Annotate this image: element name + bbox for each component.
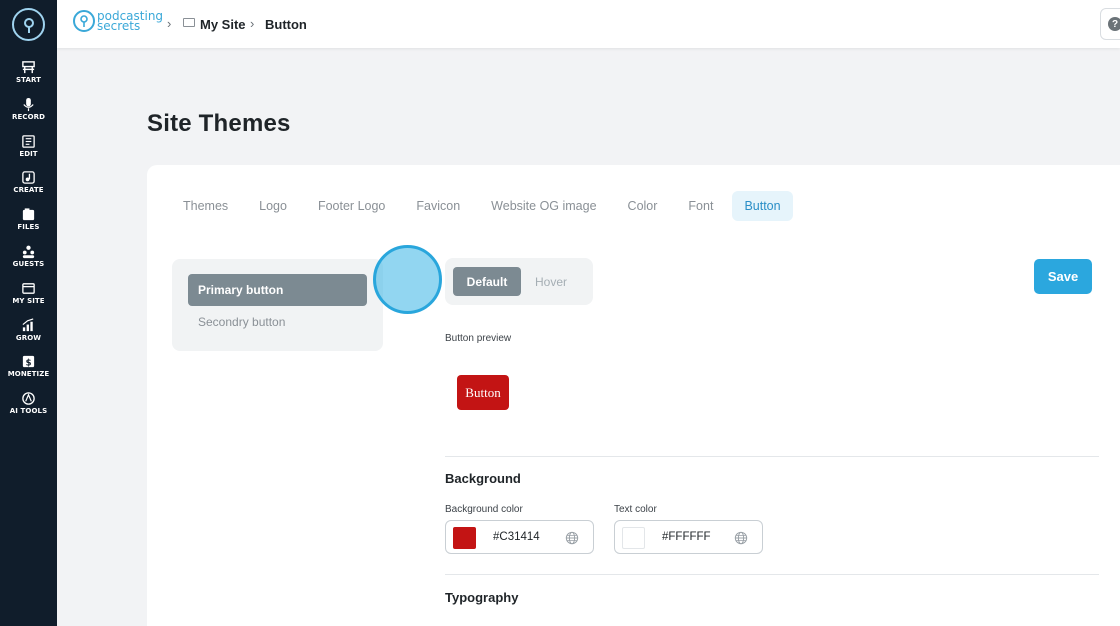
sidebar-item-ai-tools[interactable]: AI TOOLS	[0, 391, 57, 415]
help-icon: ?	[1108, 17, 1120, 31]
sidebar-item-label: START	[15, 76, 42, 84]
text-color-field[interactable]: #FFFFFF	[614, 520, 763, 554]
themes-card: Themes Logo Footer Logo Favicon Website …	[147, 165, 1120, 626]
tab-footer-logo[interactable]: Footer Logo	[306, 191, 397, 221]
background-section-title: Background	[445, 471, 521, 486]
folder-icon	[183, 18, 195, 27]
click-highlight	[373, 245, 442, 314]
chevron-right-icon: ›	[250, 16, 255, 31]
breadcrumb-my-site[interactable]: My Site	[200, 17, 246, 32]
button-type-panel: Primary button Secondry button	[172, 259, 383, 351]
sidebar-item-label: MONETIZE	[7, 370, 50, 378]
sidebar-item-label: GROW	[15, 334, 42, 342]
page-title: Site Themes	[147, 110, 291, 137]
tab-logo[interactable]: Logo	[247, 191, 299, 221]
typography-section-title: Typography	[445, 590, 519, 605]
background-color-label: Background color	[445, 504, 523, 515]
tab-font[interactable]: Font	[676, 191, 725, 221]
tab-favicon[interactable]: Favicon	[404, 191, 472, 221]
tab-bar: Themes Logo Footer Logo Favicon Website …	[171, 191, 800, 221]
breadcrumb-button[interactable]: Button	[265, 17, 307, 32]
globe-icon[interactable]	[734, 531, 748, 545]
ai-tools-icon	[22, 392, 35, 405]
background-color-field[interactable]: #C31414	[445, 520, 594, 554]
tab-website-og-image[interactable]: Website OG image	[479, 191, 608, 221]
edit-icon	[22, 135, 35, 148]
text-color-value[interactable]: #FFFFFF	[662, 531, 711, 543]
save-button[interactable]: Save	[1034, 259, 1092, 294]
sidebar-item-files[interactable]: FILES	[0, 207, 57, 231]
brand-name: podcasting secrets	[97, 10, 163, 32]
sidebar-item-label: EDIT	[19, 150, 38, 158]
app-logo-icon[interactable]	[12, 8, 45, 41]
secondary-button-option[interactable]: Secondry button	[188, 306, 367, 338]
tab-themes[interactable]: Themes	[171, 191, 240, 221]
sidebar-item-record[interactable]: RECORD	[0, 97, 57, 121]
svg-text:$: $	[26, 357, 32, 367]
button-preview[interactable]: Button	[457, 375, 509, 410]
primary-button-option[interactable]: Primary button	[188, 274, 367, 306]
hover-state-button[interactable]: Hover	[521, 267, 581, 296]
site-icon	[22, 283, 35, 294]
sidebar-item-create[interactable]: CREATE	[0, 170, 57, 194]
microphone-icon	[23, 97, 34, 112]
background-color-value[interactable]: #C31414	[493, 531, 540, 543]
divider	[445, 456, 1099, 457]
background-color-swatch[interactable]	[453, 527, 476, 549]
sidebar-item-my-site[interactable]: MY SITE	[0, 281, 57, 305]
sidebar-item-edit[interactable]: EDIT	[0, 134, 57, 158]
help-button[interactable]: ?	[1100, 8, 1120, 40]
globe-icon[interactable]	[565, 531, 579, 545]
tab-color[interactable]: Color	[616, 191, 670, 221]
sidebar-item-grow[interactable]: GROW	[0, 318, 57, 342]
sidebar-item-start[interactable]: START	[0, 60, 57, 84]
start-icon	[22, 61, 35, 74]
state-toggle: Default Hover	[445, 258, 593, 305]
default-state-button[interactable]: Default	[453, 267, 521, 296]
text-color-label: Text color	[614, 504, 657, 515]
sidebar-item-guests[interactable]: GUESTS	[0, 244, 57, 268]
chevron-right-icon: ›	[167, 16, 172, 31]
text-color-swatch[interactable]	[622, 527, 645, 549]
sidebar-item-monetize[interactable]: $ MONETIZE	[0, 354, 57, 378]
tab-button[interactable]: Button	[732, 191, 793, 221]
button-preview-label: Button preview	[445, 333, 512, 344]
sidebar-item-label: GUESTS	[12, 260, 45, 268]
brand-logo[interactable]: podcasting secrets	[73, 10, 163, 32]
sidebar-item-label: MY SITE	[12, 297, 45, 305]
top-bar: podcasting secrets › My Site › Button ?	[57, 0, 1120, 48]
files-icon	[22, 208, 35, 221]
divider	[445, 574, 1099, 575]
sidebar-item-label: AI TOOLS	[9, 407, 48, 415]
brand-mark-icon	[73, 10, 95, 32]
monetize-icon: $	[22, 355, 35, 367]
sidebar-item-label: CREATE	[13, 186, 44, 194]
create-icon	[22, 171, 35, 184]
sidebar-item-label: FILES	[17, 223, 40, 231]
sidebar-item-label: RECORD	[11, 113, 46, 121]
grow-icon	[22, 318, 34, 332]
sidebar: START RECORD EDIT CREATE FILES GUESTS MY…	[0, 0, 57, 626]
guests-icon	[22, 245, 35, 259]
